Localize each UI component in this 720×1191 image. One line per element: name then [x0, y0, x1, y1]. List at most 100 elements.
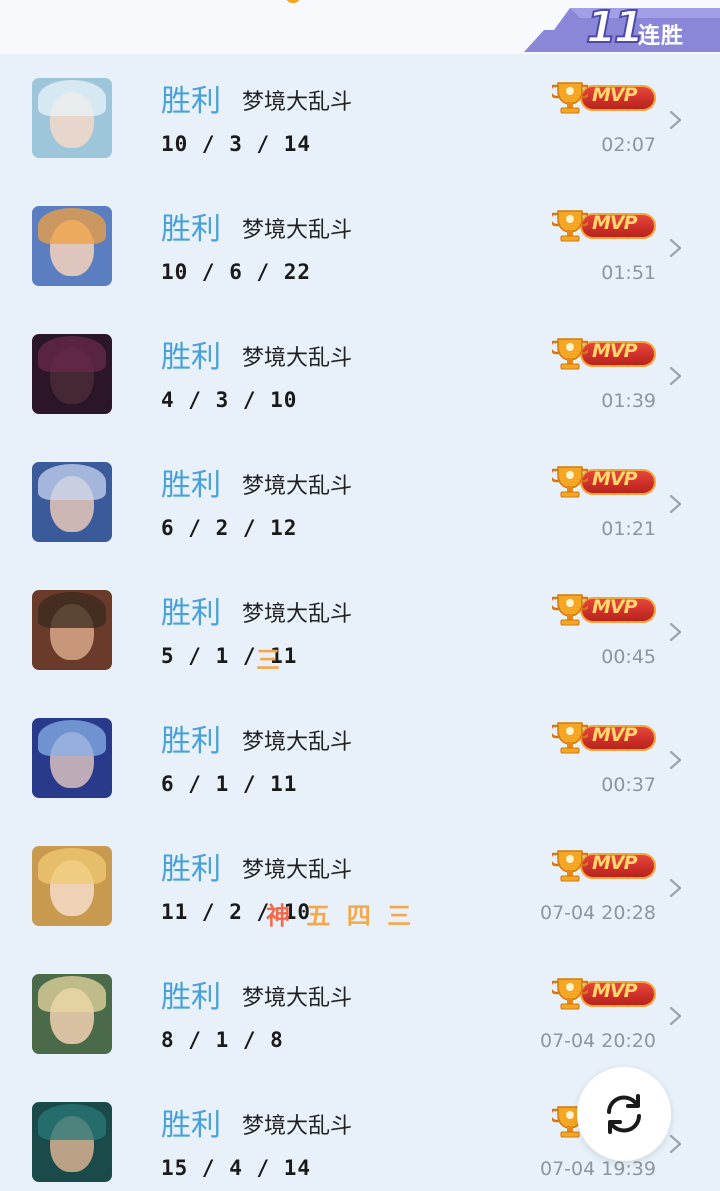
hero-avatar — [32, 718, 112, 798]
match-time: 00:37 — [601, 774, 656, 796]
match-result: 胜利 — [161, 724, 221, 759]
match-time: 01:39 — [601, 390, 656, 412]
hero-avatar — [32, 1102, 112, 1182]
match-row[interactable]: 胜利 梦境大乱斗 11 / 2 / 10 神 五 四 三 MVP 07-04 2… — [0, 822, 720, 950]
mvp-badge: MVP — [552, 464, 656, 498]
hero-hair-shape — [38, 208, 106, 244]
top-bar: 11 连胜 — [0, 0, 720, 54]
trophy-icon — [552, 978, 588, 1010]
chevron-right-icon[interactable] — [668, 1005, 684, 1027]
hero-hair-shape — [38, 592, 106, 628]
match-history-list: 胜利 梦境大乱斗 10 / 3 / 14 MVP 02:07 胜利 梦境大乱斗 … — [0, 54, 720, 1191]
trophy-icon — [552, 850, 588, 882]
match-time: 07-04 19:39 — [539, 1158, 656, 1180]
hero-hair-shape — [38, 848, 106, 884]
mvp-label: MVP — [592, 84, 638, 106]
chevron-right-icon[interactable] — [668, 621, 684, 643]
match-row[interactable]: 胜利 梦境大乱斗 5 / 1 / 11 三 MVP 00:45 — [0, 566, 720, 694]
refresh-button[interactable] — [577, 1067, 671, 1161]
kda-stats: 6 / 2 / 12 — [161, 516, 298, 540]
match-row[interactable]: 胜利 梦境大乱斗 8 / 1 / 8 MVP 07-04 20:20 — [0, 950, 720, 1078]
trophy-icon — [552, 466, 588, 498]
match-time: 07-04 20:20 — [539, 1030, 656, 1052]
hero-hair-shape — [38, 336, 106, 372]
kda-stats: 8 / 1 / 8 — [161, 1028, 284, 1052]
chevron-right-icon[interactable] — [668, 237, 684, 259]
mvp-badge: MVP — [552, 336, 656, 370]
match-result: 胜利 — [161, 596, 221, 631]
mvp-label: MVP — [592, 468, 638, 490]
match-row[interactable]: 胜利 梦境大乱斗 10 / 3 / 14 MVP 02:07 — [0, 54, 720, 182]
game-mode: 梦境大乱斗 — [242, 730, 353, 755]
chevron-right-icon[interactable] — [668, 877, 684, 899]
hero-hair-shape — [38, 80, 106, 116]
kill-badge: 五 — [306, 902, 335, 930]
streak-count: 11 — [585, 1, 645, 54]
trophy-icon — [552, 210, 588, 242]
hero-avatar — [32, 590, 112, 670]
match-result: 胜利 — [161, 84, 221, 119]
match-time: 01:21 — [601, 518, 656, 540]
game-mode: 梦境大乱斗 — [242, 602, 353, 627]
kill-badge: 三 — [256, 646, 284, 674]
chevron-right-icon[interactable] — [668, 493, 684, 515]
chevron-right-icon[interactable] — [668, 749, 684, 771]
hero-hair-shape — [38, 464, 106, 500]
match-time: 01:51 — [601, 262, 656, 284]
tab-indicator — [286, 0, 300, 3]
mvp-badge: MVP — [552, 208, 656, 242]
chevron-right-icon[interactable] — [668, 365, 684, 387]
kda-stats: 10 / 6 / 22 — [161, 260, 312, 284]
trophy-icon — [552, 722, 588, 754]
game-mode: 梦境大乱斗 — [242, 90, 353, 115]
mvp-badge: MVP — [552, 592, 656, 626]
kill-badges: 三 — [256, 640, 284, 675]
refresh-icon — [607, 1094, 641, 1134]
game-mode: 梦境大乱斗 — [242, 474, 353, 499]
hero-avatar — [32, 974, 112, 1054]
trophy-icon — [552, 594, 588, 626]
match-row[interactable]: 胜利 梦境大乱斗 6 / 1 / 11 MVP 00:37 — [0, 694, 720, 822]
match-row[interactable]: 胜利 梦境大乱斗 6 / 2 / 12 MVP 01:21 — [0, 438, 720, 566]
game-mode: 梦境大乱斗 — [242, 346, 353, 371]
chevron-right-icon[interactable] — [668, 1133, 684, 1155]
kda-stats: 15 / 4 / 14 — [161, 1156, 312, 1180]
kill-badge: 神 — [266, 902, 294, 930]
match-result: 胜利 — [161, 212, 221, 247]
hero-hair-shape — [38, 1104, 106, 1140]
game-mode: 梦境大乱斗 — [242, 218, 353, 243]
match-result: 胜利 — [161, 980, 221, 1015]
mvp-label: MVP — [592, 724, 638, 746]
hero-avatar — [32, 462, 112, 542]
kda-stats: 6 / 1 / 11 — [161, 772, 298, 796]
hero-hair-shape — [38, 720, 106, 756]
match-time: 00:45 — [601, 646, 656, 668]
hero-avatar — [32, 206, 112, 286]
mvp-label: MVP — [592, 852, 638, 874]
match-result: 胜利 — [161, 468, 221, 503]
match-row[interactable]: 胜利 梦境大乱斗 10 / 6 / 22 MVP 01:51 — [0, 182, 720, 310]
mvp-label: MVP — [592, 596, 638, 618]
match-time: 02:07 — [601, 134, 656, 156]
mvp-label: MVP — [592, 980, 638, 1002]
game-mode: 梦境大乱斗 — [242, 986, 353, 1011]
hero-avatar — [32, 846, 112, 926]
kill-badges: 神 五 四 三 — [266, 896, 415, 931]
kill-badge: 四 — [346, 902, 375, 930]
kda-stats: 4 / 3 / 10 — [161, 388, 298, 412]
match-result: 胜利 — [161, 852, 221, 887]
chevron-right-icon[interactable] — [668, 109, 684, 131]
match-row[interactable]: 胜利 梦境大乱斗 4 / 3 / 10 MVP 01:39 — [0, 310, 720, 438]
hero-hair-shape — [38, 976, 106, 1012]
mvp-badge: MVP — [552, 80, 656, 114]
hero-avatar — [32, 334, 112, 414]
mvp-label: MVP — [592, 212, 638, 234]
kill-badge: 三 — [387, 902, 416, 930]
match-result: 胜利 — [161, 340, 221, 375]
game-mode: 梦境大乱斗 — [242, 858, 353, 883]
win-streak-banner: 11 连胜 — [524, 1, 720, 54]
trophy-icon — [552, 82, 588, 114]
streak-label: 连胜 — [638, 24, 685, 49]
trophy-icon — [552, 338, 588, 370]
mvp-label: MVP — [592, 340, 638, 362]
